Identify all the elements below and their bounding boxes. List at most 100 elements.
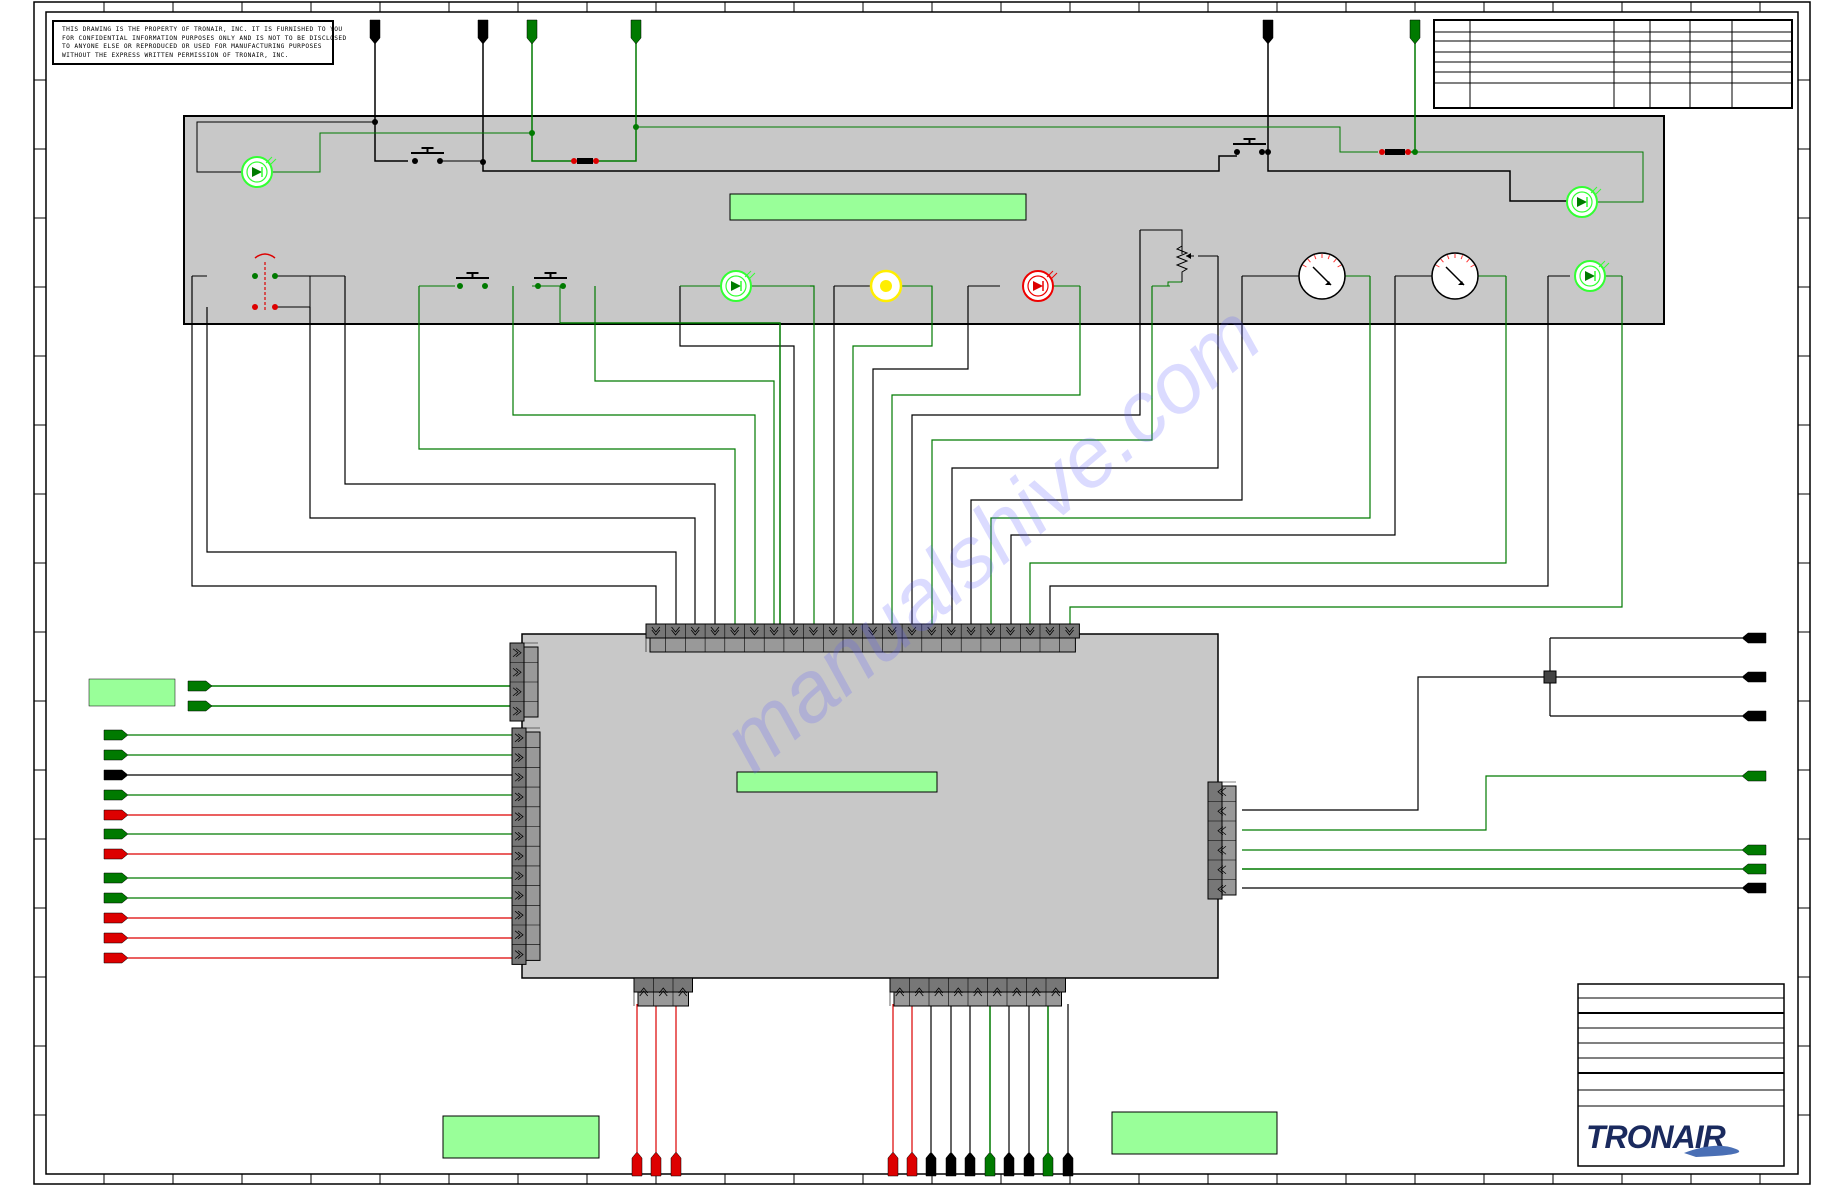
wire-terminal-tag xyxy=(526,19,538,45)
wire-terminal-tag xyxy=(1409,19,1421,45)
wire-terminal-tag xyxy=(670,1151,682,1177)
wire xyxy=(309,307,696,634)
header-housing xyxy=(633,977,693,993)
wire-terminal-tag xyxy=(964,1151,976,1177)
wire-terminal-tag xyxy=(1741,863,1767,875)
wire-terminal-tag xyxy=(103,912,129,924)
wiring-diagram-sheet: manualshive.com xyxy=(33,1,1811,1185)
wire xyxy=(1242,676,1550,811)
junction-dot xyxy=(529,130,535,136)
wire-terminal-tag xyxy=(1741,632,1767,644)
wire-terminal-tag xyxy=(103,932,129,944)
wire-terminal-tag xyxy=(103,828,129,840)
wire-terminal-tag xyxy=(1023,1151,1035,1177)
wire-terminal-tag xyxy=(369,19,381,45)
wire-terminal-tag xyxy=(925,1151,937,1177)
wire xyxy=(810,285,815,634)
wire-terminal-tag xyxy=(630,19,642,45)
wire-terminal-tag xyxy=(1003,1151,1015,1177)
wire-terminal-tag xyxy=(1262,19,1274,45)
wire-terminal-tag xyxy=(887,1151,899,1177)
wire xyxy=(191,276,657,634)
wire-terminal-tag xyxy=(103,769,129,781)
logo-swoosh-icon xyxy=(1684,1145,1740,1157)
wire-terminal-tag xyxy=(1042,1151,1054,1177)
notice-line: THIS DRAWING IS THE PROPERTY OF TRONAIR,… xyxy=(62,26,343,33)
lamp-core xyxy=(880,280,892,292)
header-base xyxy=(637,991,689,1007)
toggle-switch-icon xyxy=(1379,149,1411,155)
button-contact xyxy=(535,283,541,289)
splice-junction-icon xyxy=(1543,670,1557,684)
wire-terminal-tag xyxy=(1741,770,1767,782)
junction-dot xyxy=(1265,149,1271,155)
gauge-meter-icon xyxy=(1431,252,1479,300)
indicator-lamp-yellow-icon xyxy=(869,269,903,303)
junction-dot xyxy=(480,159,486,165)
wire-terminal-tag xyxy=(103,729,129,741)
wire xyxy=(679,286,795,634)
wire xyxy=(560,322,781,634)
board-bottom-header-b xyxy=(889,977,1066,1007)
notice-line: FOR CONFIDENTIAL INFORMATION PURPOSES ON… xyxy=(62,34,347,42)
wire-terminal-tag xyxy=(103,872,129,884)
switch-body xyxy=(1385,149,1405,155)
bottom-left-label-box xyxy=(442,1115,600,1159)
wire xyxy=(344,276,716,634)
bottom-right-label-box xyxy=(1111,1111,1278,1155)
notice-line: TO ANYONE ELSE OR REPRODUCED OR USED FOR… xyxy=(62,43,322,51)
junction-dot xyxy=(633,124,639,130)
toggle-switch-icon xyxy=(571,158,599,164)
switch-contact xyxy=(272,273,278,279)
wire-terminal-tag xyxy=(103,952,129,964)
board-left-header-b xyxy=(511,727,541,965)
switch-contact xyxy=(1405,149,1411,155)
wire-terminal-tag xyxy=(103,789,129,801)
proprietary-notice: THIS DRAWING IS THE PROPERTY OF TRONAIR,… xyxy=(52,20,347,65)
header-base xyxy=(893,991,1062,1007)
button-contact xyxy=(412,158,418,164)
wire xyxy=(206,307,677,634)
switch-contact xyxy=(252,304,258,310)
wire-terminal-tag xyxy=(1741,844,1767,856)
wire-terminal-tag xyxy=(103,749,129,761)
revision-block xyxy=(1433,19,1793,109)
switch-contact xyxy=(252,273,258,279)
button-contact xyxy=(437,158,443,164)
wire xyxy=(418,286,736,634)
board-right-header xyxy=(1207,781,1237,900)
wire-terminal-tag xyxy=(103,809,129,821)
switch-contact xyxy=(272,304,278,310)
wire xyxy=(594,286,775,634)
button-contact xyxy=(482,283,488,289)
wire-terminal-tag xyxy=(1741,671,1767,683)
wire xyxy=(512,286,756,634)
tronair-logo: TRONAIR xyxy=(1586,1119,1756,1159)
button-contact xyxy=(1234,149,1240,155)
button-contact xyxy=(560,283,566,289)
wire-terminal-tag xyxy=(1741,882,1767,894)
button-contact xyxy=(457,283,463,289)
board-left-header-a xyxy=(509,642,539,722)
wire-terminal-tag xyxy=(477,19,489,45)
header-housing xyxy=(889,977,1066,993)
wire-terminal-tag xyxy=(1741,710,1767,722)
wire-terminal-tag xyxy=(984,1151,996,1177)
wire-terminal-tag xyxy=(945,1151,957,1177)
wire xyxy=(1242,775,1742,831)
wire-terminal-tag xyxy=(1062,1151,1074,1177)
wire-terminal-tag xyxy=(103,892,129,904)
wire-terminal-tag xyxy=(906,1151,918,1177)
wire-terminal-tag xyxy=(650,1151,662,1177)
board-bottom-header-a xyxy=(633,977,693,1007)
junction-dot xyxy=(372,119,378,125)
notice-line: WITHOUT THE EXPRESS WRITTEN PERMISSION O… xyxy=(62,51,289,59)
switch-contact xyxy=(571,158,577,164)
gauge-meter-icon xyxy=(1298,252,1346,300)
input-group-label-box xyxy=(88,678,176,707)
switch-contact xyxy=(1379,149,1385,155)
wire-terminal-tag xyxy=(103,848,129,860)
switch-contact xyxy=(593,158,599,164)
wire-terminal-tag xyxy=(631,1151,643,1177)
junction-dot xyxy=(1412,149,1418,155)
